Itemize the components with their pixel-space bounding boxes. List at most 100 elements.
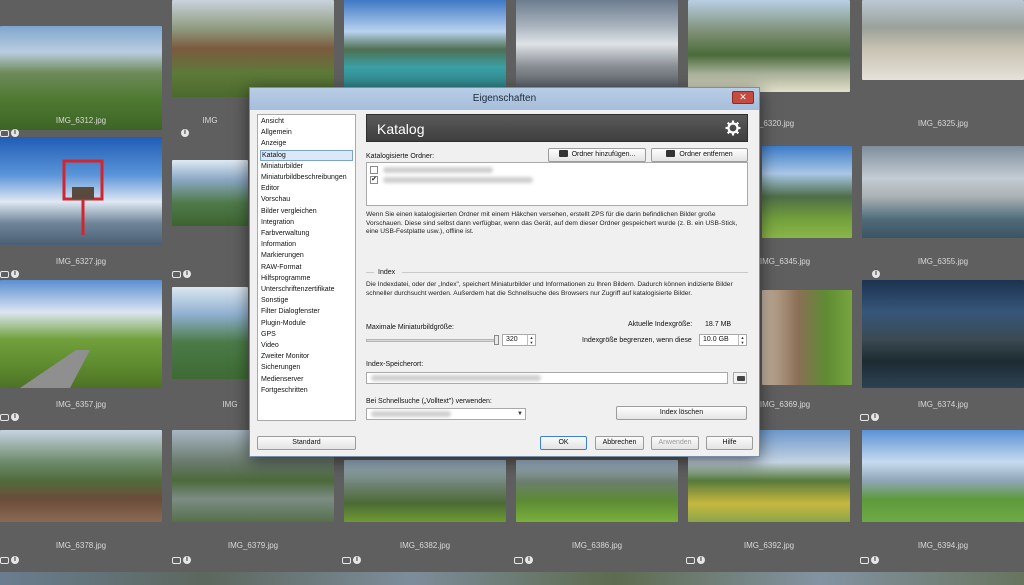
thumbnail-image[interactable] — [344, 460, 506, 522]
thumbnail-image[interactable] — [862, 146, 1024, 238]
remove-folder-button[interactable]: Ordner entfernen — [651, 148, 748, 162]
thumbnail[interactable] — [516, 460, 678, 522]
info-icon[interactable]: i — [183, 556, 191, 564]
nav-item-sicherungen[interactable]: Sicherungen — [260, 362, 353, 373]
thumbnail-image[interactable] — [762, 146, 852, 238]
thumbnail-image[interactable] — [172, 0, 334, 97]
info-icon[interactable]: i — [11, 129, 19, 137]
thumbnail-image[interactable] — [172, 160, 248, 226]
index-location-field[interactable] — [366, 372, 728, 384]
standard-button[interactable]: Standard — [257, 436, 356, 450]
thumbnail-filename: IMG_6394.jpg — [917, 541, 969, 550]
thumbnail[interactable] — [0, 280, 162, 388]
info-icon[interactable]: i — [871, 413, 879, 421]
thumbnail-image[interactable] — [862, 430, 1024, 522]
thumbnail-image[interactable] — [762, 290, 852, 385]
thumb-size-slider-handle[interactable] — [494, 335, 499, 345]
info-icon[interactable]: i — [525, 556, 533, 564]
nav-item-markierungen[interactable]: Markierungen — [260, 250, 353, 261]
nav-item-editor[interactable]: Editor — [260, 183, 353, 194]
dialog-titlebar[interactable]: Eigenschaften ✕ — [250, 88, 759, 110]
thumbnail-image[interactable] — [516, 460, 678, 522]
nav-item-vorschau[interactable]: Vorschau — [260, 194, 353, 205]
gear-icon[interactable] — [725, 120, 741, 136]
ok-button[interactable]: OK — [540, 436, 587, 450]
info-icon[interactable]: i — [353, 556, 361, 564]
category-list[interactable]: Ansicht Allgemein Anzeige Katalog Miniaturbi… — [257, 114, 356, 421]
thumbnail[interactable] — [0, 0, 162, 130]
nav-item-zweiter-monitor[interactable]: Zweiter Monitor — [260, 351, 353, 362]
thumbnail-image[interactable] — [0, 430, 162, 522]
thumb-size-spinner[interactable]: 320 ▲ ▼ — [502, 334, 536, 346]
thumbnail[interactable]: IMG_6325.jpg i — [862, 0, 1024, 130]
thumbnail-filename: IMG_6357.jpg — [55, 400, 107, 409]
thumbnail-badges: i — [0, 270, 19, 278]
info-icon[interactable]: i — [697, 556, 705, 564]
quicksearch-select[interactable]: ▼ — [366, 408, 526, 420]
nav-item-unterschriftenzertifikate[interactable]: Unterschriftenzertifikate — [260, 284, 353, 295]
nav-item-katalog[interactable]: Katalog — [260, 149, 353, 161]
folder-add-icon — [558, 150, 568, 157]
thumbnail-row-partial — [0, 572, 1024, 585]
info-icon[interactable]: i — [11, 413, 19, 421]
thumbnail[interactable] — [862, 430, 1024, 522]
nav-item-ansicht[interactable]: Ansicht — [260, 116, 353, 127]
tower-shape — [62, 159, 104, 235]
info-icon[interactable]: i — [872, 270, 880, 278]
nav-item-allgemein[interactable]: Allgemein — [260, 127, 353, 138]
thumbnail[interactable] — [0, 137, 162, 247]
spinner-arrows-icon[interactable]: ▲ ▼ — [738, 335, 746, 345]
nav-item-raw-format[interactable]: RAW-Format — [260, 262, 353, 273]
info-icon[interactable]: i — [11, 270, 19, 278]
thumbnail-image[interactable] — [0, 26, 162, 130]
help-button[interactable]: Hilfe — [706, 436, 753, 450]
nav-item-miniaturbilder[interactable]: Miniaturbilder — [260, 161, 353, 172]
thumbnail-badges: i — [172, 556, 191, 564]
nav-item-integration[interactable]: Integration — [260, 217, 353, 228]
spinner-arrows-icon[interactable]: ▲ ▼ — [527, 335, 535, 345]
nav-item-information[interactable]: Information — [260, 239, 353, 250]
thumbnail-image[interactable] — [688, 0, 850, 92]
nav-item-video[interactable]: Video — [260, 340, 353, 351]
limit-index-spinner[interactable]: 10.0 GB ▲ ▼ — [699, 334, 747, 346]
nav-item-hilfsprogramme[interactable]: Hilfsprogramme — [260, 273, 353, 284]
thumbnail[interactable] — [344, 460, 506, 522]
nav-item-gps[interactable]: GPS — [260, 329, 353, 340]
info-icon[interactable]: i — [181, 129, 189, 137]
thumbnail-image[interactable] — [862, 280, 1024, 388]
index-separator-left — [366, 272, 374, 273]
thumbnail[interactable] — [862, 280, 1024, 388]
info-icon[interactable]: i — [871, 556, 879, 564]
thumbnail[interactable] — [0, 430, 162, 522]
dialog-title: Eigenschaften — [472, 93, 537, 104]
thumbnail[interactable] — [862, 146, 1024, 238]
nav-item-farbverwaltung[interactable]: Farbverwaltung — [260, 228, 353, 239]
chevron-down-icon[interactable]: ▼ — [517, 411, 523, 417]
nav-item-bilder-vergleichen[interactable]: Bilder vergleichen — [260, 206, 353, 217]
nav-item-fortgeschritten[interactable]: Fortgeschritten — [260, 385, 353, 396]
info-icon[interactable]: i — [183, 270, 191, 278]
limit-index-value: 10.0 GB — [703, 336, 729, 343]
cancel-button[interactable]: Abbrechen — [595, 436, 644, 450]
nav-item-anzeige[interactable]: Anzeige — [260, 138, 353, 149]
thumb-size-slider[interactable] — [366, 339, 496, 342]
browse-folder-button[interactable] — [733, 372, 747, 384]
thumbnail-image[interactable] — [516, 0, 678, 88]
nav-item-miniaturbildbeschreibungen[interactable]: Miniaturbildbeschreibungen — [260, 172, 353, 183]
catalog-folder-list[interactable]: ✔ — [366, 162, 748, 206]
thumbnail-image[interactable] — [862, 0, 1024, 80]
info-icon[interactable]: i — [11, 556, 19, 564]
nav-item-sonstige[interactable]: Sonstige — [260, 295, 353, 306]
add-folder-button[interactable]: Ordner hinzufügen... — [548, 148, 646, 162]
nav-item-medienserver[interactable]: Medienserver — [260, 374, 353, 385]
thumbnail-image[interactable] — [344, 0, 506, 90]
nav-item-plugin-module[interactable]: Plugin-Module — [260, 318, 353, 329]
thumbnail-filename: IMG_6382.jpg — [399, 541, 451, 550]
nav-item-filter-dialogfenster[interactable]: Filter Dialogfenster — [260, 306, 353, 317]
folder-checkbox[interactable]: ✔ — [370, 176, 378, 184]
folder-checkbox[interactable] — [370, 166, 378, 174]
thumbnail-image[interactable] — [172, 287, 248, 379]
close-button[interactable]: ✕ — [732, 91, 754, 104]
delete-index-button[interactable]: Index löschen — [616, 406, 747, 420]
apply-button[interactable]: Anwenden — [651, 436, 699, 450]
